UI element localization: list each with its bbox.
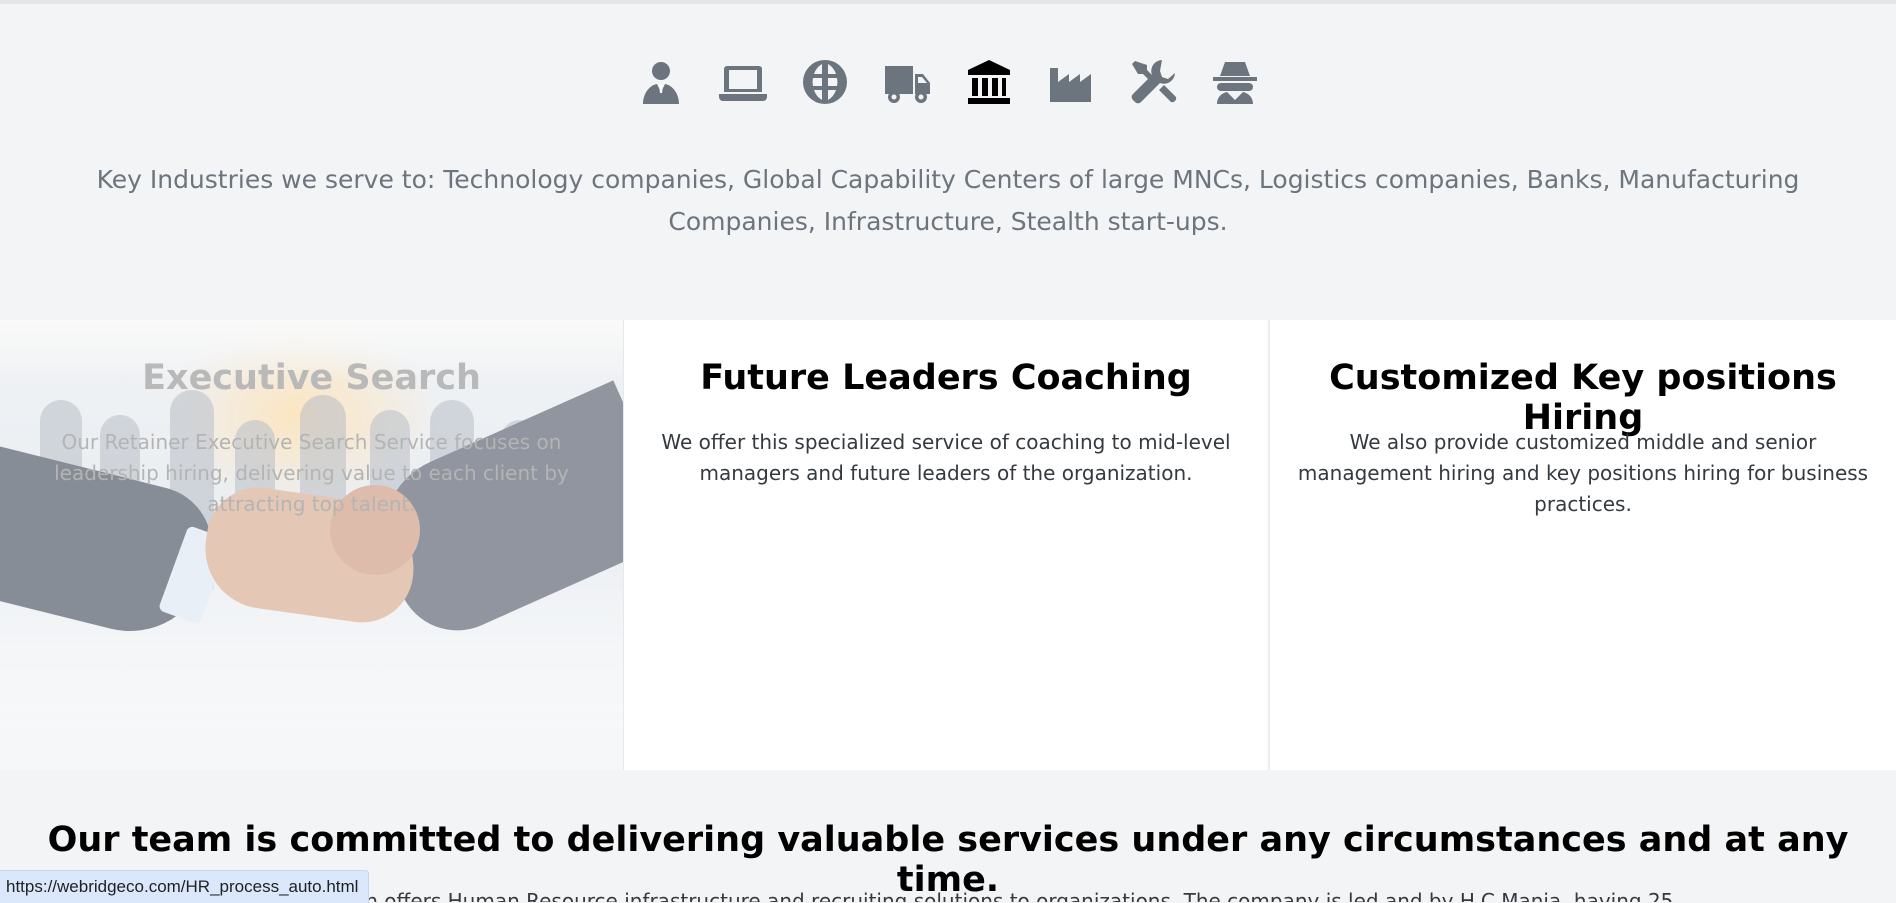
service-description: We offer this specialized service of coa…	[661, 430, 1231, 485]
globe-icon[interactable]	[801, 56, 849, 108]
truck-icon[interactable]	[883, 56, 931, 108]
person-icon[interactable]	[637, 56, 685, 108]
service-title: Future Leaders Coaching	[700, 358, 1192, 398]
industry-icon-row	[0, 56, 1896, 108]
industries-description: Key Industries we serve to: Technology c…	[96, 165, 1800, 236]
service-description: We also provide customized middle and se…	[1297, 430, 1869, 516]
service-card-key-positions[interactable]: Customized Key positions Hiring We also …	[1270, 320, 1896, 770]
service-title: Customized Key positions Hiring	[1329, 358, 1837, 438]
industries-section: Key Industries we serve to: Technology c…	[0, 4, 1896, 320]
link-hover-url: https://webridgeco.com/HR_process_auto.h…	[0, 870, 370, 903]
spy-icon[interactable]	[1211, 56, 1259, 108]
services-cards: Executive Search Our Retainer Executive …	[0, 320, 1896, 770]
service-card-executive-search[interactable]: Executive Search Our Retainer Executive …	[0, 320, 623, 770]
bank-icon[interactable]	[965, 56, 1013, 108]
tools-icon[interactable]	[1129, 56, 1177, 108]
factory-icon[interactable]	[1047, 56, 1095, 108]
service-title: Executive Search	[142, 358, 481, 398]
laptop-icon[interactable]	[719, 56, 767, 108]
service-card-future-leaders[interactable]: Future Leaders Coaching We offer this sp…	[623, 320, 1270, 770]
service-description: Our Retainer Executive Search Service fo…	[54, 430, 569, 516]
